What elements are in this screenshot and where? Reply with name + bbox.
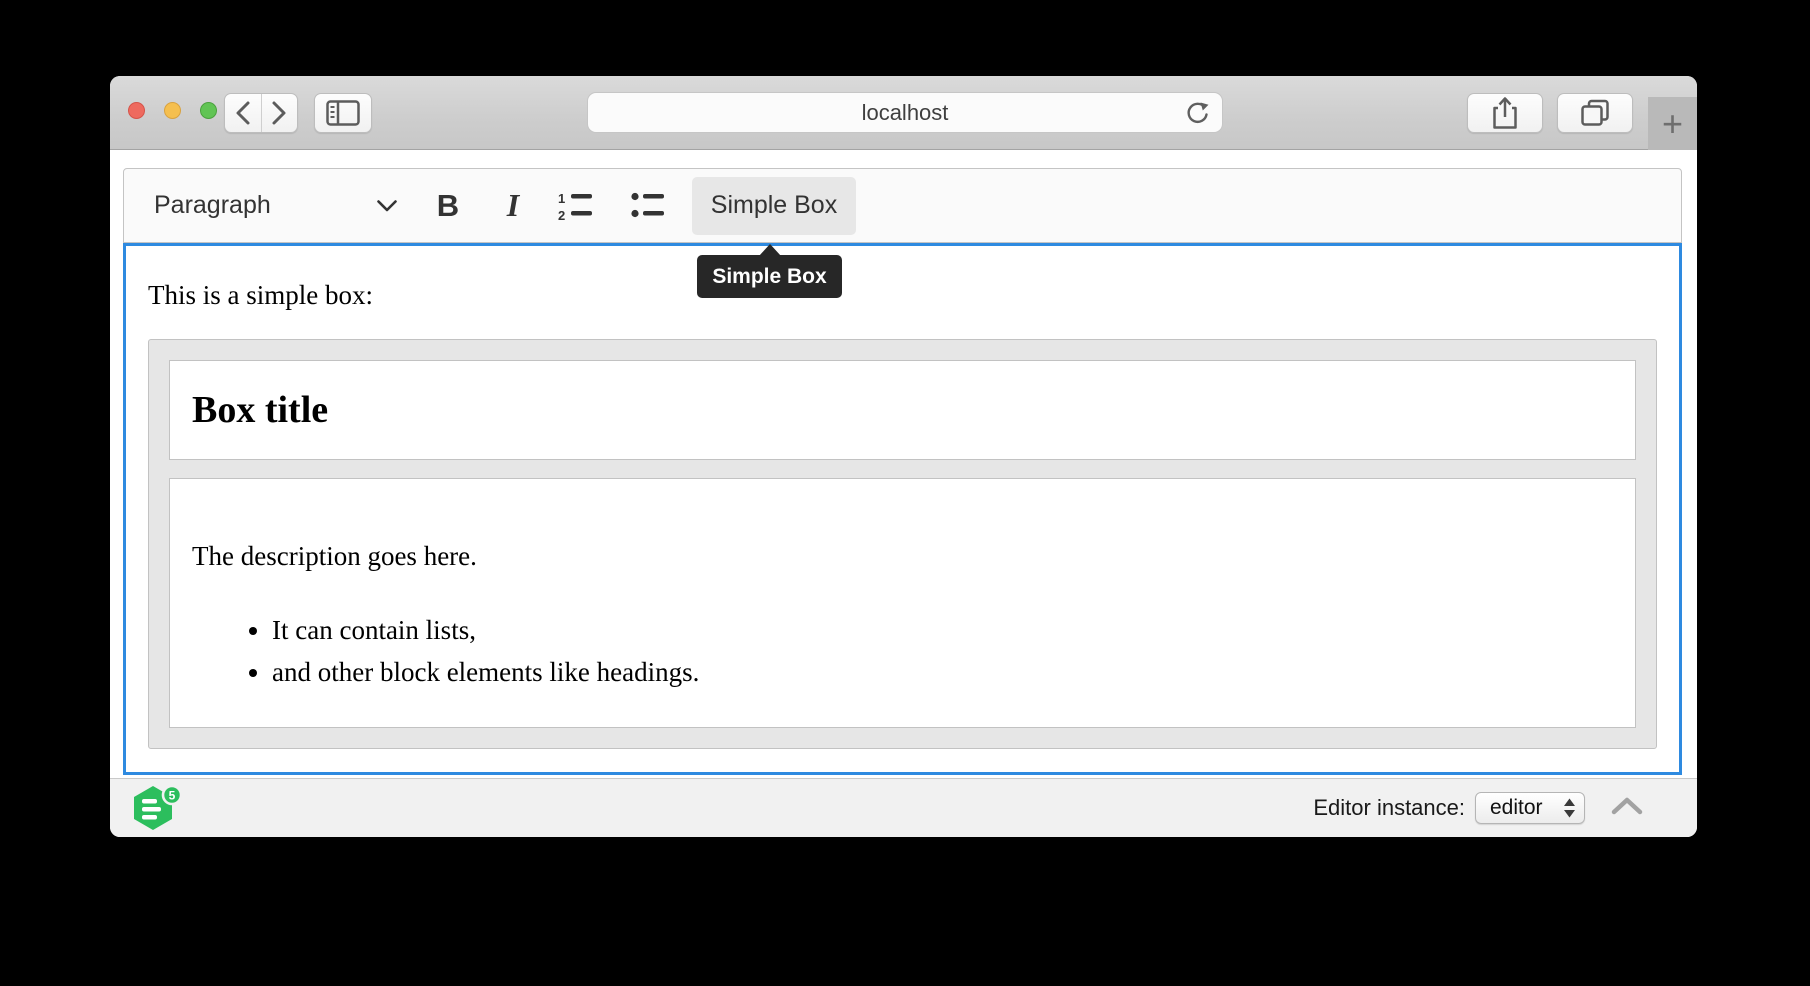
description-paragraph: The description goes here. — [192, 539, 1613, 573]
simple-box-button-label: Simple Box — [711, 191, 837, 220]
expand-inspector-button[interactable] — [1611, 797, 1643, 820]
simple-box-widget[interactable]: Box title The description goes here. It … — [148, 339, 1657, 749]
simple-box-description[interactable]: The description goes here. It can contai… — [169, 478, 1636, 728]
refresh-icon — [1184, 100, 1210, 126]
svg-text:2: 2 — [558, 208, 565, 221]
select-arrows-icon — [1563, 797, 1576, 819]
simple-box-title[interactable]: Box title — [169, 360, 1636, 460]
inspector-bar: 5 Editor instance: editor — [110, 778, 1697, 837]
bold-button[interactable]: B — [424, 177, 472, 235]
numbered-list-icon: 1 2 — [558, 191, 594, 221]
new-tab-button[interactable]: + — [1648, 97, 1697, 150]
logo-badge: 5 — [169, 789, 176, 803]
ckeditor-logo-icon[interactable]: 5 — [134, 785, 184, 837]
bold-icon: B — [437, 188, 459, 224]
simple-box-button[interactable]: Simple Box — [692, 177, 856, 235]
svg-text:1: 1 — [558, 191, 565, 206]
list-item: and other block elements like headings. — [272, 651, 1613, 693]
browser-window: localhost + — [110, 76, 1697, 837]
bulleted-list-icon — [630, 191, 666, 221]
tooltip-label: Simple Box — [712, 265, 826, 289]
chevron-down-icon — [376, 199, 398, 213]
share-icon — [1490, 96, 1520, 130]
back-button[interactable] — [225, 94, 261, 132]
editor-instance-select[interactable]: editor — [1475, 792, 1585, 824]
editor-instance-label: Editor instance: — [1313, 795, 1465, 821]
simple-box-tooltip: Simple Box — [697, 255, 842, 298]
numbered-list-button[interactable]: 1 2 — [550, 177, 602, 235]
list-item: It can contain lists, — [272, 609, 1613, 651]
history-nav — [224, 93, 298, 133]
italic-icon: I — [507, 187, 519, 224]
editor-editable[interactable]: This is a simple box: Box title The desc… — [123, 243, 1682, 775]
show-all-tabs-button[interactable] — [1557, 93, 1633, 133]
refresh-button[interactable] — [1184, 100, 1210, 132]
instance-group: Editor instance: editor — [1313, 792, 1585, 824]
browser-chrome: localhost + — [110, 76, 1697, 150]
chevron-left-icon — [233, 100, 253, 126]
close-window-button[interactable] — [128, 102, 145, 119]
tabs-overview-icon — [1579, 98, 1611, 128]
editor-toolbar: Paragraph B I 1 2 — [123, 168, 1682, 243]
zoom-window-button[interactable] — [200, 102, 217, 119]
description-list: It can contain lists, and other block el… — [192, 609, 1613, 693]
address-bar[interactable]: localhost — [587, 92, 1223, 133]
inspector-controls: Editor instance: editor — [1313, 779, 1643, 837]
forward-button[interactable] — [261, 94, 298, 132]
window-controls — [128, 102, 217, 119]
url-text: localhost — [862, 100, 949, 126]
plus-icon: + — [1662, 106, 1683, 142]
heading-dropdown-label: Paragraph — [154, 191, 271, 220]
heading-dropdown[interactable]: Paragraph — [154, 177, 404, 235]
chevron-up-icon — [1611, 797, 1643, 815]
minimize-window-button[interactable] — [164, 102, 181, 119]
web-page: Paragraph B I 1 2 — [110, 150, 1697, 778]
sidebar-icon — [326, 100, 360, 126]
sidebar-toggle-button[interactable] — [314, 93, 372, 133]
intro-paragraph: This is a simple box: — [148, 277, 1657, 313]
selected-instance: editor — [1490, 796, 1543, 820]
share-button[interactable] — [1467, 93, 1543, 133]
italic-button[interactable]: I — [490, 177, 536, 235]
bulleted-list-button[interactable] — [622, 177, 674, 235]
chevron-right-icon — [269, 100, 289, 126]
